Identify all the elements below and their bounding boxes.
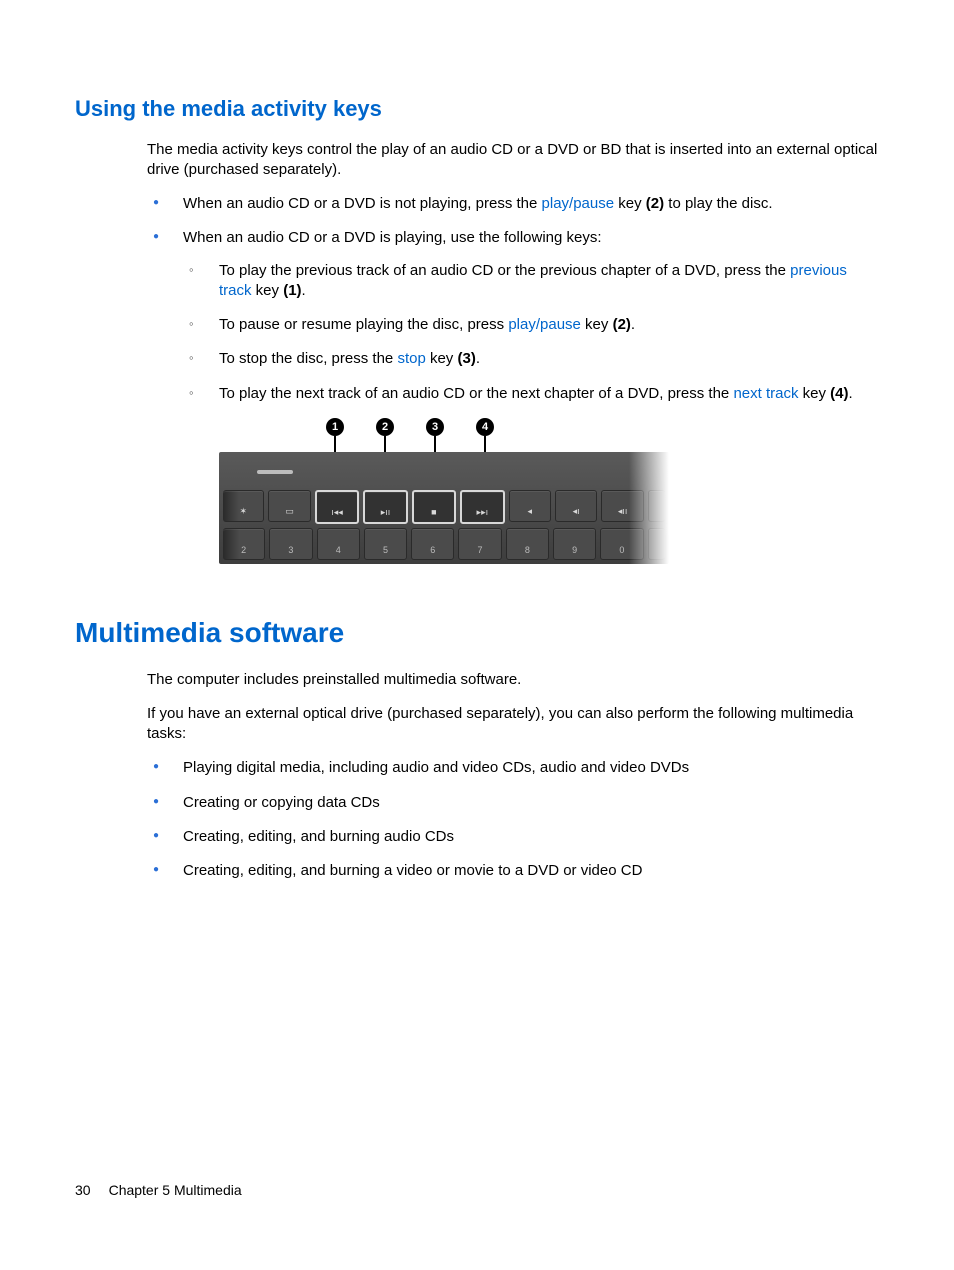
key-f10 <box>648 490 665 522</box>
para-preinstalled: The computer includes preinstalled multi… <box>147 670 879 690</box>
key-6: 6 <box>411 528 454 560</box>
key-dash <box>648 528 666 560</box>
number-row: 2 3 4 5 6 7 8 9 0 <box>223 528 665 560</box>
key-0: 0 <box>600 528 643 560</box>
key-play-pause: ▸ıı <box>363 490 407 524</box>
section2-body: The computer includes preinstalled multi… <box>147 670 879 882</box>
key-f2: ▭ <box>268 490 310 522</box>
key-5: 5 <box>364 528 407 560</box>
list-item: Creating, editing, and burning audio CDs <box>147 827 879 847</box>
heading-multimedia-software: Multimedia software <box>75 614 879 652</box>
intro-para: The media activity keys control the play… <box>147 140 879 181</box>
bullet-list-2: Playing digital media, including audio a… <box>147 758 879 881</box>
document-page: Using the media activity keys The media … <box>0 0 954 1270</box>
callout-2: 2 <box>376 418 394 436</box>
list-item: Creating, editing, and burning a video o… <box>147 861 879 881</box>
key-f1: ✶ <box>223 490 264 522</box>
key-f9: ◂ıı <box>601 490 643 522</box>
function-row: ✶ ▭ ı◂◂ ▸ıı ■ ▸▸ı ◂ ◂ı ◂ıı <box>223 490 665 524</box>
page-number: 30 <box>75 1182 91 1198</box>
bullet-play-pause: When an audio CD or a DVD is not playing… <box>147 194 879 214</box>
sub-next-track: To play the next track of an audio CD or… <box>183 384 879 404</box>
callout-1: 1 <box>326 418 344 436</box>
key-prev-track: ı◂◂ <box>315 490 359 524</box>
link-stop[interactable]: stop <box>397 350 425 367</box>
list-item: Playing digital media, including audio a… <box>147 758 879 778</box>
key-8: 8 <box>506 528 549 560</box>
heading-using-media-keys: Using the media activity keys <box>75 94 879 124</box>
link-play-pause[interactable]: play/pause <box>542 195 615 212</box>
sub-previous-track: To play the previous track of an audio C… <box>183 261 879 302</box>
key-f7: ◂ <box>509 490 551 522</box>
key-3: 3 <box>269 528 312 560</box>
bullet-list-1: When an audio CD or a DVD is not playing… <box>147 194 879 564</box>
section1-body: The media activity keys control the play… <box>147 140 879 564</box>
key-4: 4 <box>317 528 360 560</box>
speaker-grill <box>223 458 665 486</box>
sub-bullet-list: To play the previous track of an audio C… <box>183 261 879 404</box>
key-9: 9 <box>553 528 596 560</box>
key-2: 2 <box>223 528 265 560</box>
chapter-label: Chapter 5 Multimedia <box>109 1182 242 1198</box>
list-item: Creating or copying data CDs <box>147 793 879 813</box>
keyboard-diagram: 1 2 3 4 ✶ ▭ ı◂◂ ▸ıı <box>219 418 669 564</box>
page-footer: 30 Chapter 5 Multimedia <box>75 1181 242 1200</box>
callout-4: 4 <box>476 418 494 436</box>
sub-stop: To stop the disc, press the stop key (3)… <box>183 349 879 369</box>
callout-3: 3 <box>426 418 444 436</box>
key-stop: ■ <box>412 490 456 524</box>
link-next-track[interactable]: next track <box>733 385 798 402</box>
bullet-when-playing: When an audio CD or a DVD is playing, us… <box>147 228 879 564</box>
link-play-pause-2[interactable]: play/pause <box>508 316 581 333</box>
sub-pause-resume: To pause or resume playing the disc, pre… <box>183 315 879 335</box>
key-f8: ◂ı <box>555 490 597 522</box>
key-7: 7 <box>458 528 501 560</box>
key-next-track: ▸▸ı <box>460 490 504 524</box>
para-external-drive: If you have an external optical drive (p… <box>147 704 879 745</box>
